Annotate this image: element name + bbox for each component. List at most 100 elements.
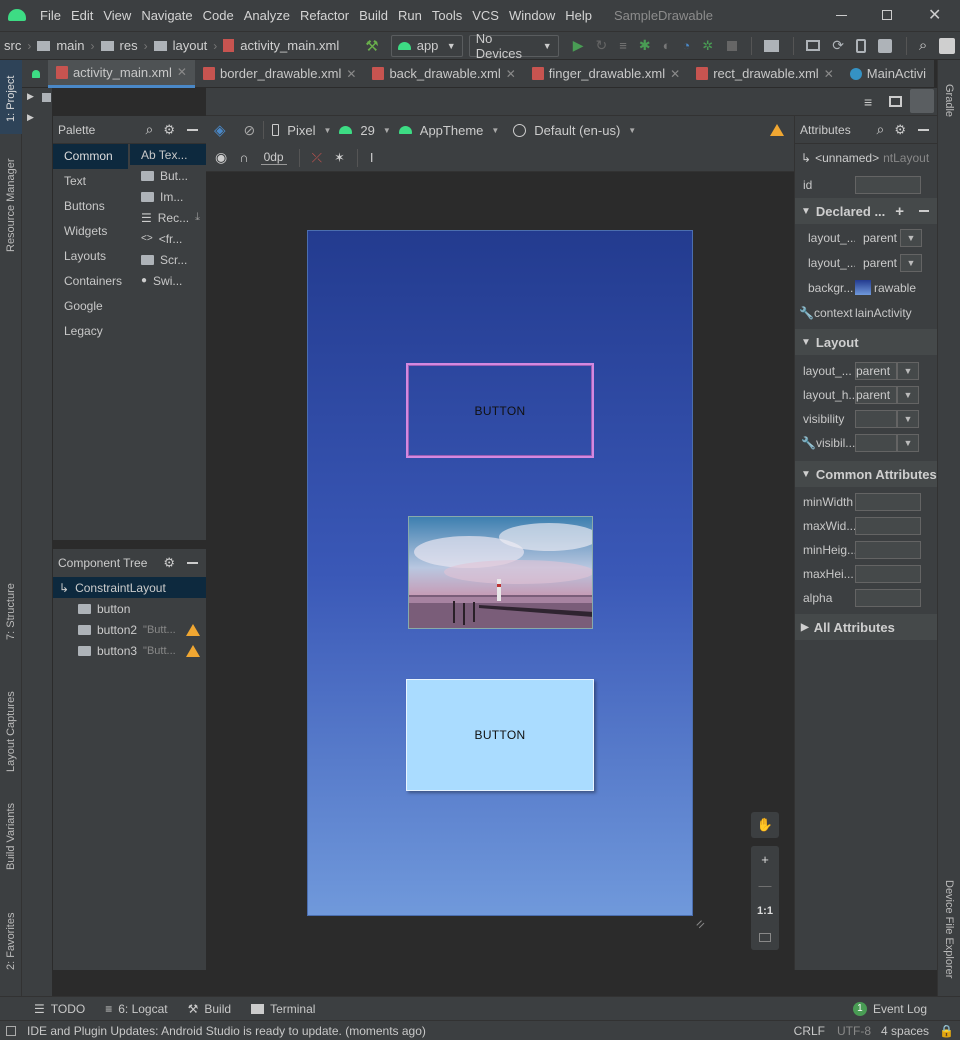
tree-item-constraintlayout[interactable]: ↳ ConstraintLayout: [53, 577, 206, 598]
tool-favorites[interactable]: 2: Favorites: [5, 913, 17, 970]
profiler-icon[interactable]: ◔: [682, 38, 690, 53]
palette-item-button[interactable]: But...: [130, 165, 206, 186]
attr-input[interactable]: [855, 589, 921, 607]
menu-edit[interactable]: Edit: [71, 8, 93, 23]
tool-project[interactable]: 1: Project: [5, 76, 17, 122]
tab-activity-main[interactable]: activity_main.xml ✕: [47, 59, 195, 88]
chevron-down-icon[interactable]: ▼: [897, 386, 919, 404]
breadcrumb-res[interactable]: res: [120, 38, 138, 53]
zoom-out-button[interactable]: —: [751, 872, 779, 898]
menu-window[interactable]: Window: [509, 8, 555, 23]
palette-category-text[interactable]: Text: [53, 169, 128, 194]
attr-input[interactable]: [855, 541, 921, 559]
chevron-down-icon[interactable]: ▼: [900, 253, 922, 272]
section-declared[interactable]: ▼ Declared ... +: [795, 198, 937, 224]
status-message[interactable]: IDE and Plugin Updates: Android Studio i…: [27, 1024, 426, 1038]
attr-value[interactable]: parent: [855, 254, 897, 272]
breadcrumb-file[interactable]: activity_main.xml: [240, 38, 339, 53]
menu-tools[interactable]: Tools: [432, 8, 462, 23]
attr-value[interactable]: parent: [855, 229, 897, 247]
menu-vcs[interactable]: VCS: [472, 8, 499, 23]
minimize-panel-icon[interactable]: [918, 128, 929, 131]
run-icon[interactable]: ▶: [573, 37, 584, 54]
layers-icon[interactable]: ◈: [214, 121, 226, 139]
tool-build-variants[interactable]: Build Variants: [5, 803, 17, 870]
gear-icon[interactable]: ⚙: [163, 555, 175, 571]
breadcrumb-layout[interactable]: layout: [173, 38, 208, 53]
close-tab-icon[interactable]: ✕: [824, 67, 834, 81]
zoom-in-button[interactable]: +: [751, 846, 779, 872]
search-icon[interactable]: ⌕: [877, 121, 885, 138]
palette-item-textview[interactable]: Ab Tex...: [130, 144, 206, 165]
tool-event-log[interactable]: Event Log: [873, 1002, 927, 1016]
split-view-icon[interactable]: [889, 96, 902, 107]
api-level-selector[interactable]: 29: [360, 123, 374, 138]
tab-rect-drawable[interactable]: rect_drawable.xml ✕: [688, 60, 842, 88]
zoom-fit-icon[interactable]: [751, 924, 779, 950]
breadcrumb-src[interactable]: src: [4, 38, 21, 53]
search-everywhere-icon[interactable]: ⌕: [919, 37, 927, 54]
attr-value[interactable]: parent: [855, 386, 897, 404]
device-manager-icon[interactable]: [806, 40, 821, 51]
eye-icon[interactable]: ◉: [215, 149, 227, 166]
tool-todo[interactable]: TODO: [51, 1002, 85, 1016]
palette-category-widgets[interactable]: Widgets: [53, 219, 128, 244]
palette-item-imageview[interactable]: Im...: [130, 186, 206, 207]
tree-item-button3[interactable]: button3 "Butt...: [53, 640, 206, 661]
menu-navigate[interactable]: Navigate: [141, 8, 192, 23]
warning-icon[interactable]: [770, 124, 784, 136]
build-hammer-icon[interactable]: ⚒: [365, 37, 378, 55]
tool-resource-manager[interactable]: Resource Manager: [5, 158, 17, 252]
lock-icon[interactable]: 🔒: [939, 1024, 954, 1038]
palette-category-legacy[interactable]: Legacy: [53, 319, 128, 344]
tool-structure[interactable]: 7: Structure: [5, 583, 17, 640]
attr-input[interactable]: [855, 493, 921, 511]
pan-hand-icon[interactable]: ✋: [751, 812, 779, 838]
profile-icon[interactable]: ◐: [663, 38, 671, 53]
menu-view[interactable]: View: [103, 8, 131, 23]
tool-logcat[interactable]: 6: Logcat: [118, 1002, 167, 1016]
section-common-attributes[interactable]: ▼ Common Attributes: [795, 461, 937, 487]
tool-terminal[interactable]: Terminal: [270, 1002, 315, 1016]
tree-item-button[interactable]: button: [53, 598, 206, 619]
palette-category-common[interactable]: Common: [53, 144, 128, 169]
palette-category-google[interactable]: Google: [53, 294, 128, 319]
expand-arrow-icon[interactable]: ▶: [27, 112, 34, 123]
section-all-attributes[interactable]: ▶ All Attributes: [795, 614, 937, 640]
close-window-icon[interactable]: ✕: [928, 5, 941, 25]
gear-icon[interactable]: ⚙: [894, 122, 906, 138]
remove-attribute-icon[interactable]: [919, 210, 929, 212]
tool-gradle[interactable]: Gradle: [943, 84, 955, 117]
avd-manager-icon[interactable]: [855, 38, 866, 53]
clear-constraints-icon[interactable]: ⤫: [312, 150, 322, 166]
close-tab-icon[interactable]: ✕: [506, 67, 516, 81]
tab-back-drawable[interactable]: back_drawable.xml ✕: [364, 60, 523, 88]
palette-item-fragment[interactable]: <> <fr...: [130, 228, 206, 249]
minimize-icon[interactable]: [836, 15, 847, 16]
minimize-panel-icon[interactable]: [187, 128, 198, 131]
device-dropdown[interactable]: No Devices ▼: [468, 31, 559, 61]
chevron-down-icon[interactable]: ▼: [897, 362, 919, 380]
project-pane-collapsed[interactable]: ▶ ▶: [22, 60, 53, 996]
download-icon[interactable]: ⤓: [195, 211, 200, 224]
menu-refactor[interactable]: Refactor: [300, 8, 349, 23]
attr-input[interactable]: [855, 517, 921, 535]
tab-main-activity[interactable]: MainActivi: [842, 60, 934, 88]
menu-analyze[interactable]: Analyze: [244, 8, 290, 23]
file-encoding[interactable]: UTF-8: [837, 1024, 871, 1038]
menu-code[interactable]: Code: [203, 8, 234, 23]
palette-item-scrollview[interactable]: Scr...: [130, 249, 206, 270]
section-layout[interactable]: ▼ Layout: [795, 329, 937, 355]
preview-image-button[interactable]: [408, 516, 593, 629]
chevron-down-icon[interactable]: ▼: [900, 228, 922, 247]
gear-icon[interactable]: ⚙: [163, 122, 175, 138]
tool-device-file-explorer[interactable]: Device File Explorer: [943, 880, 955, 978]
run-config-dropdown[interactable]: app ▼: [390, 34, 463, 57]
tab-finger-drawable[interactable]: finger_drawable.xml ✕: [524, 60, 688, 88]
line-separator[interactable]: CRLF: [794, 1024, 825, 1038]
attr-input[interactable]: [855, 565, 921, 583]
attr-value[interactable]: [855, 434, 897, 452]
close-tab-icon[interactable]: ✕: [670, 67, 680, 81]
close-tab-icon[interactable]: ✕: [177, 65, 187, 79]
zoom-actual-button[interactable]: 1:1: [751, 898, 779, 924]
